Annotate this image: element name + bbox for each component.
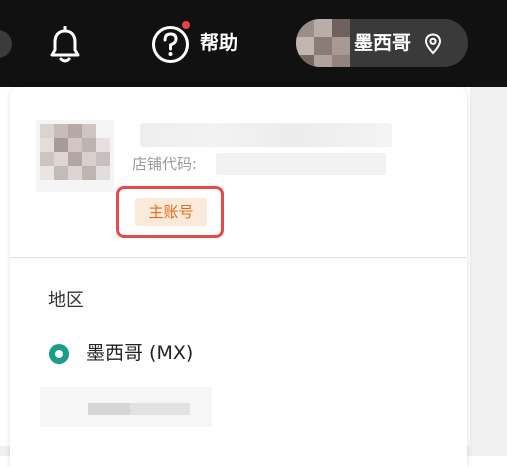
radio-selected-indicator (55, 350, 63, 358)
store-avatar (36, 120, 114, 192)
notification-dot (182, 21, 190, 29)
region-selector-button[interactable]: 墨西哥 (296, 19, 468, 67)
divider (10, 257, 467, 258)
bell-icon[interactable] (45, 26, 85, 64)
store-code-label: 店铺代码: (132, 155, 198, 173)
avatar (296, 19, 350, 67)
store-code-value (216, 153, 386, 175)
list-item-content (130, 403, 190, 415)
store-name (140, 123, 392, 147)
region-option-label[interactable]: 墨西哥 (MX) (86, 341, 193, 365)
main-account-badge: 主账号 (135, 198, 207, 226)
region-selector-label: 墨西哥 (354, 32, 412, 54)
page-background (470, 87, 507, 456)
location-pin-icon (424, 33, 442, 55)
help-link[interactable]: 帮助 (200, 31, 238, 55)
account-dropdown-panel: 店铺代码: 主账号 地区 墨西哥 (MX) (10, 87, 467, 467)
region-section-heading: 地区 (48, 290, 84, 311)
help-circle-icon[interactable] (150, 24, 191, 65)
